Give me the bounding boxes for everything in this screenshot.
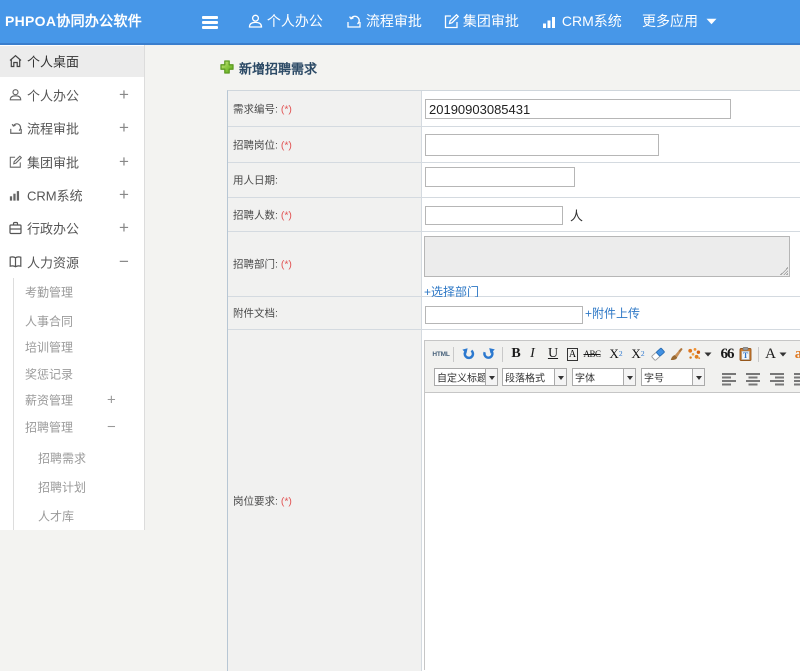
svg-text:T: T	[743, 351, 749, 360]
